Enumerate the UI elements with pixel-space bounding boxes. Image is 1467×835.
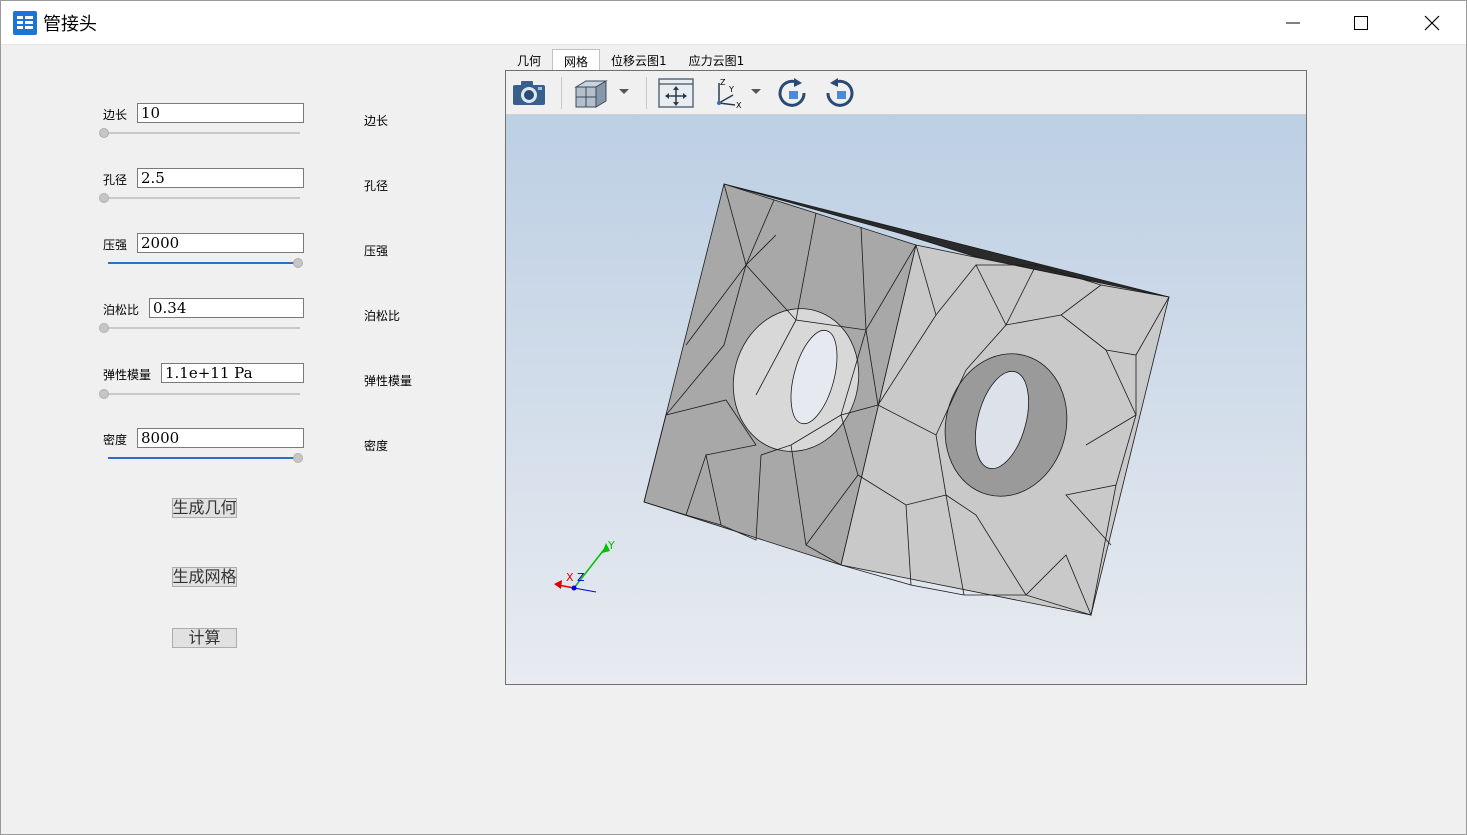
view-cube-icon[interactable] [572, 77, 608, 109]
compute-button[interactable]: 计算 [172, 628, 237, 648]
main-window: 管接头 边长 10 边长 孔径 2.5 孔径 压强 2000 压强 泊松比 0.… [0, 0, 1467, 835]
axis-x-label: X [566, 571, 574, 584]
slider-track [104, 393, 300, 395]
tab-displacement[interactable]: 位移云图1 [600, 49, 678, 70]
camera-icon[interactable] [511, 77, 547, 109]
density-readout: 密度 [364, 439, 389, 453]
param-label-poisson: 泊松比 [103, 303, 140, 317]
app-logo-icon [13, 11, 37, 35]
param-label-pressure: 压强 [103, 238, 128, 252]
slider-thumb[interactable] [99, 193, 109, 203]
pressure-slider[interactable] [108, 257, 304, 269]
fit-view-icon[interactable] [658, 77, 694, 109]
mesh-plate [643, 183, 1170, 617]
poisson-ratio-readout: 泊松比 [364, 309, 401, 323]
view-cube-dropdown[interactable] [619, 89, 629, 94]
poisson-ratio-slider[interactable] [99, 322, 300, 334]
generate-mesh-button[interactable]: 生成网格 [172, 567, 237, 587]
slider-fill [108, 457, 298, 459]
tab-stress[interactable]: 应力云图1 [678, 49, 756, 70]
axes-triad: Y X Z [554, 539, 615, 593]
svg-text:X: X [736, 101, 742, 109]
title-bar: 管接头 [1, 1, 1466, 45]
param-label-modulus: 弹性模量 [103, 368, 152, 382]
density-input[interactable]: 8000 [137, 428, 304, 448]
generate-geometry-button[interactable]: 生成几何 [172, 498, 237, 518]
axis-y-label: Y [607, 539, 615, 552]
pressure-readout: 压强 [364, 244, 389, 258]
toolbar-separator [561, 77, 562, 109]
svg-text:Y: Y [728, 85, 734, 94]
pressure-input[interactable]: 2000 [137, 233, 304, 253]
minimize-icon [1286, 22, 1300, 24]
elastic-modulus-input[interactable]: 1.1e+11 Pa [161, 363, 304, 383]
slider-thumb[interactable] [99, 128, 109, 138]
view-tabs: 几何 网格 位移云图1 应力云图1 [506, 49, 755, 71]
slider-track [104, 197, 300, 199]
rotate-cw-icon[interactable] [774, 77, 810, 109]
maximize-button[interactable] [1326, 1, 1396, 45]
param-label-density: 密度 [103, 433, 128, 447]
edge-length-input[interactable]: 10 [137, 103, 304, 123]
hole-diameter-input[interactable]: 2.5 [137, 168, 304, 188]
window-title: 管接头 [43, 14, 97, 35]
hole-diameter-readout: 孔径 [364, 179, 389, 193]
slider-fill [108, 262, 298, 264]
viewer-toolbar: Z Y X [506, 71, 1306, 115]
edge-length-slider[interactable] [99, 127, 300, 139]
close-button[interactable] [1397, 1, 1467, 45]
mesh-scene: Y X Z [554, 183, 1170, 617]
tab-mesh[interactable]: 网格 [552, 49, 601, 70]
close-icon [1424, 15, 1440, 31]
slider-thumb[interactable] [99, 323, 109, 333]
slider-track [104, 132, 300, 134]
axes-icon[interactable]: Z Y X [709, 77, 745, 109]
slider-thumb[interactable] [99, 389, 109, 399]
minimize-button[interactable] [1258, 1, 1328, 45]
tab-geometry[interactable]: 几何 [506, 49, 552, 70]
toolbar-separator [646, 77, 647, 109]
param-label-hole: 孔径 [103, 173, 128, 187]
elastic-modulus-slider[interactable] [99, 388, 300, 400]
slider-thumb[interactable] [293, 453, 303, 463]
elastic-modulus-readout: 弹性模量 [364, 374, 413, 388]
hole-diameter-slider[interactable] [99, 192, 300, 204]
edge-length-readout: 边长 [364, 114, 389, 128]
rotate-ccw-icon[interactable] [822, 77, 858, 109]
maximize-icon [1354, 16, 1368, 30]
density-slider[interactable] [108, 452, 304, 464]
mesh-viewport[interactable]: Z Y X Y X Z [505, 70, 1307, 685]
axes-dropdown[interactable] [751, 89, 761, 94]
slider-thumb[interactable] [293, 258, 303, 268]
svg-text:Z: Z [720, 78, 726, 87]
param-label-edge: 边长 [103, 108, 128, 122]
axis-z-label: Z [577, 571, 585, 584]
poisson-ratio-input[interactable]: 0.34 [149, 298, 304, 318]
slider-track [104, 327, 300, 329]
